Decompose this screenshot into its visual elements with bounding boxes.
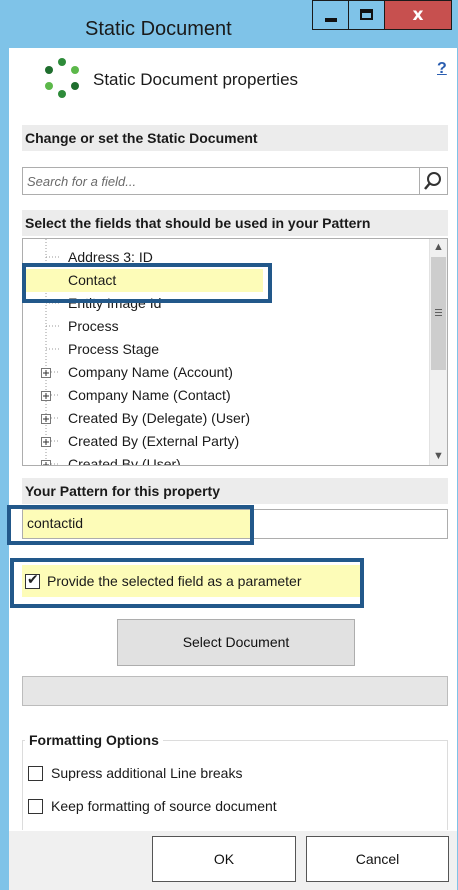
section-select-fields: Select the fields that should be used in… <box>22 210 448 236</box>
scroll-thumb[interactable] <box>431 257 446 370</box>
cancel-button[interactable]: Cancel <box>306 836 449 882</box>
expand-icon[interactable] <box>41 391 51 401</box>
dialog-window: Static Document x Static Document proper… <box>7 0 457 890</box>
expand-icon[interactable] <box>41 414 51 424</box>
formatting-options-group <box>22 740 448 830</box>
section-change-document: Change or set the Static Document <box>22 125 448 151</box>
tree-item-company-name-account[interactable]: Company Name (Account) <box>23 361 428 384</box>
keep-formatting-checkbox[interactable] <box>28 799 43 814</box>
tree-item-company-name-contact[interactable]: Company Name (Contact) <box>23 384 428 407</box>
title-bar[interactable]: Static Document x <box>9 0 457 48</box>
section-pattern: Your Pattern for this property <box>22 478 448 504</box>
close-icon: x <box>412 5 424 25</box>
ok-button[interactable]: OK <box>152 836 296 882</box>
expand-icon[interactable] <box>41 437 51 447</box>
tree-item-created-by-user[interactable]: Created By (User) <box>23 453 428 466</box>
select-document-button[interactable]: Select Document <box>117 619 355 666</box>
close-button[interactable]: x <box>385 0 452 30</box>
formatting-options-title: Formatting Options <box>25 732 163 748</box>
search-input[interactable]: Search for a field... <box>22 167 420 195</box>
tree-item-process-stage[interactable]: Process Stage <box>23 338 428 361</box>
minimize-button[interactable] <box>312 0 349 30</box>
minimize-icon <box>325 18 337 22</box>
dialog-heading: Static Document properties <box>93 70 299 89</box>
parameter-callout-box <box>10 558 364 608</box>
contact-callout-box <box>22 263 272 303</box>
supress-line-breaks-label: Supress additional Line breaks <box>51 765 243 781</box>
maximize-icon <box>360 9 373 20</box>
search-icon <box>424 172 441 190</box>
search-placeholder: Search for a field... <box>27 174 137 189</box>
help-link[interactable]: ? <box>437 60 447 78</box>
scroll-up-icon[interactable]: ▲ <box>430 239 447 256</box>
keep-formatting-label: Keep formatting of source document <box>51 798 277 814</box>
supress-line-breaks-checkbox[interactable] <box>28 766 43 781</box>
search-button[interactable] <box>420 167 448 195</box>
crm-logo-icon <box>45 58 79 98</box>
scroll-down-icon[interactable]: ▼ <box>430 448 447 465</box>
tree-item-process[interactable]: Process <box>23 315 428 338</box>
status-bar <box>22 676 448 706</box>
tree-item-created-by-delegate[interactable]: Created By (Delegate) (User) <box>23 407 428 430</box>
expand-icon[interactable] <box>41 368 51 378</box>
tree-scrollbar[interactable]: ▲ ▼ <box>429 239 447 465</box>
window-title: Static Document <box>85 18 232 40</box>
expand-icon[interactable] <box>41 460 51 466</box>
pattern-callout-box <box>7 505 254 545</box>
maximize-button[interactable] <box>349 0 385 30</box>
tree-item-created-by-external-party[interactable]: Created By (External Party) <box>23 430 428 453</box>
